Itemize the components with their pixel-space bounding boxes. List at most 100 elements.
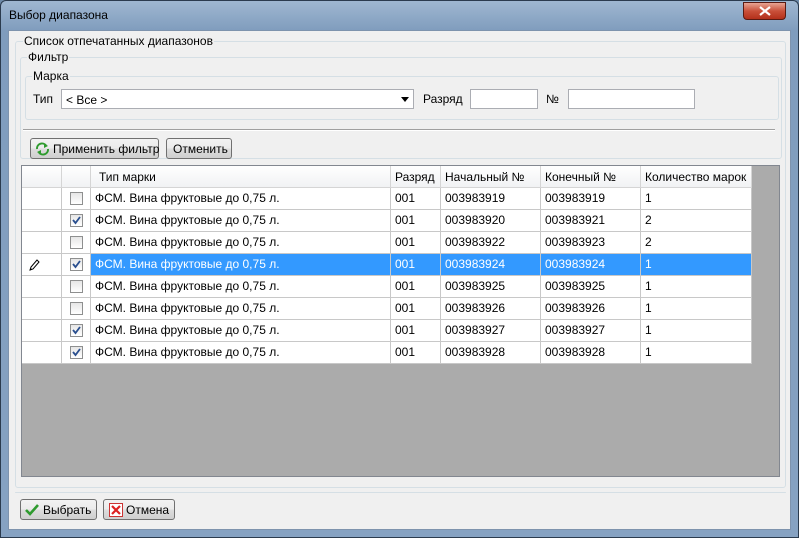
cell-type[interactable]: ФСМ. Вина фруктовые до 0,75 л.: [91, 188, 391, 210]
cell-type[interactable]: ФСМ. Вина фруктовые до 0,75 л.: [91, 276, 391, 298]
select-button[interactable]: Выбрать: [20, 499, 97, 520]
checkbox-unchecked[interactable]: [70, 192, 83, 205]
cell-grade[interactable]: 001: [391, 188, 441, 210]
cell-end[interactable]: 003983924: [541, 254, 641, 276]
cell-end[interactable]: 003983923: [541, 232, 641, 254]
table-row[interactable]: ФСМ. Вина фруктовые до 0,75 л. 001 0039839…: [22, 320, 752, 342]
grade-input[interactable]: [470, 89, 538, 109]
table-row[interactable]: ФСМ. Вина фруктовые до 0,75 л. 001 0039839…: [22, 188, 752, 210]
cell-end[interactable]: 003983928: [541, 342, 641, 364]
checkmark-icon: [72, 216, 81, 225]
checkbox-checked[interactable]: [70, 258, 83, 271]
table-row[interactable]: ФСМ. Вина фруктовые до 0,75 л. 001 0039839…: [22, 254, 752, 276]
cancel-filter-label: Отменить: [173, 142, 228, 156]
cell-end[interactable]: 003983926: [541, 298, 641, 320]
row-checkbox-cell: [62, 342, 91, 364]
cell-grade[interactable]: 001: [391, 298, 441, 320]
apply-filter-label: Применить фильтр: [53, 142, 160, 156]
cell-count[interactable]: 1: [641, 276, 752, 298]
printed-ranges-legend: Список отпечатанных диапазонов: [23, 34, 214, 48]
checkmark-icon: [72, 326, 81, 335]
cell-end[interactable]: 003983925: [541, 276, 641, 298]
cancel-filter-button[interactable]: Отменить: [166, 138, 232, 159]
row-header[interactable]: [22, 232, 62, 254]
cell-type[interactable]: ФСМ. Вина фруктовые до 0,75 л.: [91, 298, 391, 320]
cell-count[interactable]: 1: [641, 298, 752, 320]
row-header[interactable]: [22, 320, 62, 342]
cancel-label: Отмена: [126, 503, 170, 517]
cell-type[interactable]: ФСМ. Вина фруктовые до 0,75 л.: [91, 210, 391, 232]
column-header-start[interactable]: Начальный №: [441, 166, 541, 188]
cell-end[interactable]: 003983919: [541, 188, 641, 210]
cell-grade[interactable]: 001: [391, 276, 441, 298]
table-row[interactable]: ФСМ. Вина фруктовые до 0,75 л. 001 0039839…: [22, 342, 752, 364]
cell-count[interactable]: 2: [641, 210, 752, 232]
cell-start[interactable]: 003983927: [441, 320, 541, 342]
mark-legend: Марка: [32, 69, 70, 83]
checkbox-checked[interactable]: [70, 214, 83, 227]
row-header[interactable]: [22, 276, 62, 298]
table-row[interactable]: ФСМ. Вина фруктовые до 0,75 л. 001 0039839…: [22, 276, 752, 298]
table-row[interactable]: ФСМ. Вина фруктовые до 0,75 л. 001 0039839…: [22, 210, 752, 232]
checkbox-unchecked[interactable]: [70, 302, 83, 315]
cell-count[interactable]: 2: [641, 232, 752, 254]
number-label: №: [546, 92, 559, 106]
cell-start[interactable]: 003983920: [441, 210, 541, 232]
type-label: Тип: [33, 92, 54, 106]
cell-type[interactable]: ФСМ. Вина фруктовые до 0,75 л.: [91, 342, 391, 364]
apply-filter-button[interactable]: Применить фильтр: [30, 138, 159, 159]
refresh-icon: [36, 142, 49, 156]
cell-grade[interactable]: 001: [391, 210, 441, 232]
cell-type[interactable]: ФСМ. Вина фруктовые до 0,75 л.: [91, 254, 391, 276]
table-row[interactable]: ФСМ. Вина фруктовые до 0,75 л. 001 0039839…: [22, 232, 752, 254]
row-header[interactable]: [22, 298, 62, 320]
checkbox-checked[interactable]: [70, 324, 83, 337]
grid-header-row: Тип марки Разряд Начальный № Конечный № …: [22, 166, 752, 188]
cell-count[interactable]: 1: [641, 342, 752, 364]
title-bar[interactable]: Выбор диапазона: [1, 1, 798, 31]
number-input[interactable]: [568, 89, 695, 109]
bottom-separator: [15, 492, 786, 493]
row-header[interactable]: [22, 188, 62, 210]
row-checkbox-cell: [62, 188, 91, 210]
ranges-grid[interactable]: Тип марки Разряд Начальный № Конечный № …: [21, 165, 780, 477]
cell-start[interactable]: 003983922: [441, 232, 541, 254]
column-header-grade[interactable]: Разряд: [391, 166, 441, 188]
cell-start[interactable]: 003983925: [441, 276, 541, 298]
cell-start[interactable]: 003983919: [441, 188, 541, 210]
cell-grade[interactable]: 001: [391, 232, 441, 254]
close-button[interactable]: [743, 2, 786, 20]
row-header[interactable]: [22, 254, 62, 276]
filter-separator: [23, 129, 775, 131]
window-title: Выбор диапазона: [9, 8, 108, 22]
cell-start[interactable]: 003983924: [441, 254, 541, 276]
chevron-down-icon[interactable]: [401, 97, 409, 102]
cell-count[interactable]: 1: [641, 320, 752, 342]
column-header-count[interactable]: Количество марок: [641, 166, 752, 188]
cell-start[interactable]: 003983926: [441, 298, 541, 320]
checkbox-checked[interactable]: [70, 346, 83, 359]
cancel-button[interactable]: Отмена: [103, 499, 175, 520]
cell-grade[interactable]: 001: [391, 254, 441, 276]
dialog-client: Список отпечатанных диапазонов Фильтр Ма…: [8, 30, 791, 530]
type-dropdown[interactable]: < Все >: [61, 89, 414, 109]
cell-count[interactable]: 1: [641, 188, 752, 210]
cell-type[interactable]: ФСМ. Вина фруктовые до 0,75 л.: [91, 320, 391, 342]
row-checkbox-cell: [62, 210, 91, 232]
checkbox-unchecked[interactable]: [70, 280, 83, 293]
cell-start[interactable]: 003983928: [441, 342, 541, 364]
cell-end[interactable]: 003983921: [541, 210, 641, 232]
cell-grade[interactable]: 001: [391, 342, 441, 364]
table-row[interactable]: ФСМ. Вина фруктовые до 0,75 л. 001 0039839…: [22, 298, 752, 320]
column-header-type[interactable]: Тип марки: [91, 166, 391, 188]
cancel-x-icon: [109, 503, 123, 517]
checkbox-unchecked[interactable]: [70, 236, 83, 249]
cell-type[interactable]: ФСМ. Вина фруктовые до 0,75 л.: [91, 232, 391, 254]
row-header[interactable]: [22, 342, 62, 364]
cell-grade[interactable]: 001: [391, 320, 441, 342]
cell-end[interactable]: 003983927: [541, 320, 641, 342]
row-checkbox-cell: [62, 276, 91, 298]
row-header[interactable]: [22, 210, 62, 232]
column-header-end[interactable]: Конечный №: [541, 166, 641, 188]
cell-count[interactable]: 1: [641, 254, 752, 276]
